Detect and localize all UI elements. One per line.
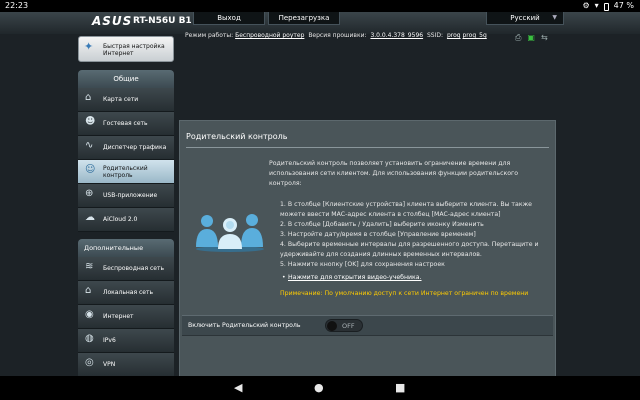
enable-parental-control-label: Включить Родительский контроль (188, 322, 301, 329)
general-section-header: Общие (78, 70, 174, 88)
printer-icon[interactable]: ⎙ (515, 33, 521, 43)
sidebar-item-vpn[interactable]: ◎ VPN (78, 353, 174, 376)
list-item: 5. Нажмите кнопку [OK] для сохранения на… (280, 261, 445, 268)
language-value: Русский (510, 14, 540, 22)
recents-icon[interactable]: ■ (395, 381, 405, 394)
model-name: RT-N56U B1 (133, 16, 192, 26)
cloud-icon: ☁ (85, 212, 95, 223)
instruction-steps: 1. В столбце [Клиентские устройства] кли… (280, 200, 542, 270)
magic-wand-icon: ✦ (84, 40, 94, 53)
list-item: 1. В столбце [Клиентские устройства] кли… (280, 201, 532, 218)
toggle-state: OFF (342, 322, 355, 330)
sidebar-item-aicloud[interactable]: ☁ AiCloud 2.0 (78, 208, 174, 232)
network-status-icon[interactable]: ▣ (527, 33, 535, 43)
ssid-link-2g[interactable]: prog (447, 32, 461, 39)
android-navigation-bar: ◀ ● ■ (0, 376, 640, 400)
parental-control-toggle[interactable]: OFF (325, 319, 363, 332)
sidebar-item-wireless[interactable]: ≋ Беспроводная сеть (78, 257, 174, 281)
battery-percent: 47 % (613, 1, 634, 10)
operation-mode-link[interactable]: Беспроводной роутер (235, 32, 304, 39)
list-item: 3. Настройте дату/время в столбце [Управ… (280, 231, 476, 238)
default-note: Примечание: По умолчанию доступ к сети И… (280, 290, 529, 297)
title-divider (186, 147, 549, 148)
list-item: 4. Выберите временные интервалы для разр… (280, 241, 539, 258)
network-map-icon: ⌂ (85, 92, 92, 103)
operation-mode-bar: Режим работы: Беспроводной роутер Версия… (185, 32, 487, 39)
chevron-down-icon: ▼ (552, 14, 557, 21)
language-select[interactable]: Русский ▼ (486, 12, 564, 25)
vpn-icon: ◎ (85, 357, 94, 368)
sidebar: ✦ Быстрая настройка Интернет Общие ⌂ Кар… (78, 34, 174, 376)
wifi-icon: ▾ (594, 1, 599, 10)
page-title: Родительский контроль (186, 132, 288, 141)
lan-icon: ⌂ (85, 285, 92, 296)
qis-label: Быстрая настройка Интернет (103, 43, 165, 57)
firmware-version-link[interactable]: 3.0.0.4.378_9596 (370, 32, 423, 39)
toggle-knob (327, 321, 337, 331)
video-tutorial-link[interactable]: Нажмите для открытия видео-учебника. (288, 274, 422, 281)
usb-icon: ⊕ (85, 188, 94, 199)
android-status-bar: 22:23 ⚙ ▾ 47 % (0, 0, 640, 12)
usb-status-icon[interactable]: ⇆ (541, 33, 548, 43)
quick-internet-setup-button[interactable]: ✦ Быстрая настройка Интернет (78, 36, 174, 62)
sidebar-item-network-map[interactable]: ⌂ Карта сети (78, 88, 174, 112)
top-header: ASUS RT-N56U B1 Выход Перезагрузка Русск… (0, 12, 640, 34)
wireless-icon: ≋ (85, 261, 94, 272)
logout-button[interactable]: Выход (193, 12, 265, 25)
settings-gear-icon: ⚙ (582, 1, 590, 10)
back-icon[interactable]: ◀ (234, 381, 242, 394)
router-web-ui: ASUS RT-N56U B1 Выход Перезагрузка Русск… (0, 12, 640, 376)
sidebar-item-traffic-manager[interactable]: ∿ Диспетчер трафика (78, 136, 174, 160)
parental-control-icon: ☺ (85, 164, 96, 175)
status-time: 22:23 (5, 1, 29, 10)
sidebar-item-ipv6[interactable]: ◍ IPv6 (78, 329, 174, 353)
parental-control-panel: Родительский контроль Родительский контр… (179, 120, 556, 376)
sidebar-item-parental-control[interactable]: ☺ Родительский контроль (78, 160, 174, 184)
system-status-icons: ⎙ ▣ ⇆ (515, 33, 548, 43)
sidebar-item-usb-application[interactable]: ⊕ USB-приложение (78, 184, 174, 208)
list-item: 2. В столбце [Добавить / Удалить] выбери… (280, 221, 484, 228)
ipv6-icon: ◍ (85, 333, 94, 344)
bullet-icon: • (282, 274, 286, 281)
enable-parental-control-row: Включить Родительский контроль OFF (182, 315, 553, 336)
asus-logo[interactable]: ASUS (92, 14, 132, 28)
sidebar-item-guest-network[interactable]: ☻ Гостевая сеть (78, 112, 174, 136)
family-illustration-icon (196, 214, 264, 252)
home-icon[interactable]: ● (314, 381, 324, 394)
battery-icon (603, 3, 609, 11)
intro-text: Родительский контроль позволяет установи… (269, 160, 519, 187)
reboot-button[interactable]: Перезагрузка (268, 12, 340, 25)
traffic-manager-icon: ∿ (85, 140, 94, 151)
guest-network-icon: ☻ (85, 116, 96, 127)
advanced-section-header: Дополнительные настройки (78, 239, 174, 270)
sidebar-item-lan[interactable]: ⌂ Локальная сеть (78, 281, 174, 305)
internet-icon: ◉ (85, 309, 94, 320)
ssid-link-5g[interactable]: prog_5g (463, 32, 487, 39)
sidebar-item-internet[interactable]: ◉ Интернет (78, 305, 174, 329)
